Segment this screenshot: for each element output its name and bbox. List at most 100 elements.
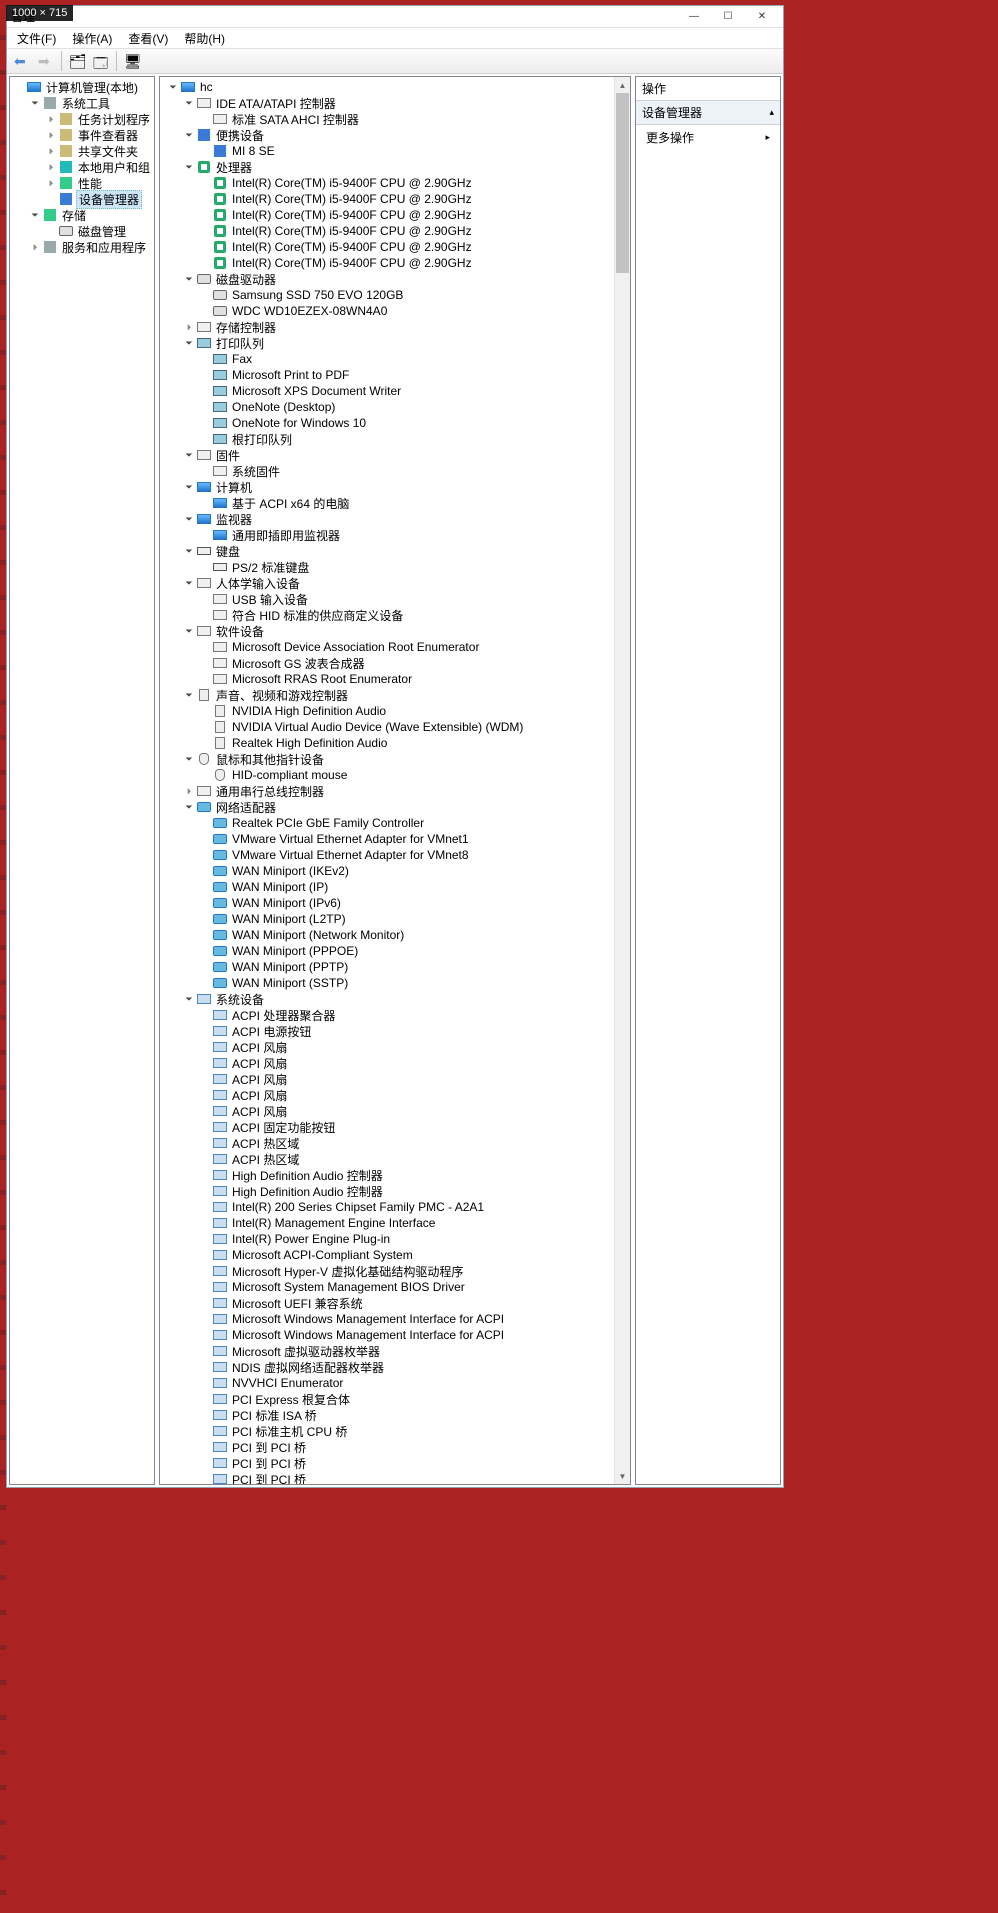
tree-item[interactable]: 系统工具 [12,95,152,111]
tree-item[interactable]: 系统固件 [162,463,612,479]
title-bar[interactable]: 管理 — ☐ ✕ [7,6,783,28]
tree-item[interactable]: 打印队列 [162,335,612,351]
close-button[interactable]: ✕ [745,7,779,27]
tree-item[interactable]: ACPI 风扇 [162,1087,612,1103]
tree-item[interactable]: Intel(R) Core(TM) i5-9400F CPU @ 2.90GHz [162,191,612,207]
tree-item[interactable]: 本地用户和组 [12,159,152,175]
tree-item[interactable]: ACPI 风扇 [162,1055,612,1071]
expand-toggle[interactable] [182,512,196,526]
tree-item[interactable]: NVIDIA High Definition Audio [162,703,612,719]
tree-item[interactable]: 便携设备 [162,127,612,143]
tree-item[interactable]: 根打印队列 [162,431,612,447]
tree-item[interactable]: WAN Miniport (IP) [162,879,612,895]
scroll-thumb[interactable] [616,93,629,273]
tree-item[interactable]: PCI 标准主机 CPU 桥 [162,1423,612,1439]
tree-item[interactable]: Intel(R) Core(TM) i5-9400F CPU @ 2.90GHz [162,207,612,223]
tree-item[interactable]: ACPI 热区域 [162,1135,612,1151]
scroll-up-button[interactable]: ▲ [615,77,630,93]
tree-item[interactable]: Intel(R) Power Engine Plug-in [162,1231,612,1247]
tree-item[interactable]: NDIS 虚拟网络适配器枚举器 [162,1359,612,1375]
tree-item[interactable]: Fax [162,351,612,367]
back-button[interactable]: ⬅ [11,50,33,72]
tree-item[interactable]: WAN Miniport (SSTP) [162,975,612,991]
tree-item[interactable]: 事件查看器 [12,127,152,143]
expand-toggle[interactable] [182,128,196,142]
tree-item[interactable]: 计算机 [162,479,612,495]
tree-item[interactable]: 任务计划程序 [12,111,152,127]
expand-toggle[interactable] [44,144,58,158]
collapse-icon[interactable]: ▴ [769,107,774,118]
tree-item[interactable]: 标准 SATA AHCI 控制器 [162,111,612,127]
tree-item[interactable]: ACPI 风扇 [162,1071,612,1087]
tree-item[interactable]: PCI 到 PCI 桥 [162,1455,612,1471]
tree-item[interactable]: Microsoft System Management BIOS Driver [162,1279,612,1295]
expand-toggle[interactable] [182,688,196,702]
tree-item[interactable]: 声音、视频和游戏控制器 [162,687,612,703]
tree-item[interactable]: PS/2 标准键盘 [162,559,612,575]
tree-item[interactable]: 通用串行总线控制器 [162,783,612,799]
expand-toggle[interactable] [182,96,196,110]
tree-item[interactable]: Intel(R) Core(TM) i5-9400F CPU @ 2.90GHz [162,223,612,239]
tree-item[interactable]: MI 8 SE [162,143,612,159]
tree-item[interactable]: WAN Miniport (Network Monitor) [162,927,612,943]
tree-item[interactable]: ACPI 固定功能按钮 [162,1119,612,1135]
device-tree[interactable]: hcIDE ATA/ATAPI 控制器标准 SATA AHCI 控制器便携设备M… [160,77,630,1485]
tree-item[interactable]: USB 输入设备 [162,591,612,607]
expand-toggle[interactable] [28,240,42,254]
tree-item[interactable]: Intel(R) 200 Series Chipset Family PMC -… [162,1199,612,1215]
more-actions-item[interactable]: 更多操作 ▸ [636,125,780,150]
menu-view[interactable]: 查看(V) [122,28,174,49]
expand-toggle[interactable] [182,336,196,350]
expand-toggle[interactable] [182,544,196,558]
tree-item[interactable]: 处理器 [162,159,612,175]
tree-item[interactable]: High Definition Audio 控制器 [162,1167,612,1183]
expand-toggle[interactable] [182,800,196,814]
tree-item[interactable]: WAN Miniport (IKEv2) [162,863,612,879]
tree-item[interactable]: 软件设备 [162,623,612,639]
tree-item[interactable]: OneNote for Windows 10 [162,415,612,431]
help-button[interactable]: 🖥 [121,50,143,72]
tree-item[interactable]: Microsoft UEFI 兼容系统 [162,1295,612,1311]
tree-item[interactable]: 共享文件夹 [12,143,152,159]
tree-item[interactable]: 人体学输入设备 [162,575,612,591]
forward-button[interactable]: ➡ [35,50,57,72]
tree-item[interactable]: 磁盘驱动器 [162,271,612,287]
show-hide-tree-button[interactable]: 🗂 [66,50,88,72]
tree-item[interactable]: ACPI 电源按钮 [162,1023,612,1039]
tree-item[interactable]: WAN Miniport (PPPOE) [162,943,612,959]
tree-item[interactable]: 基于 ACPI x64 的电脑 [162,495,612,511]
expand-toggle[interactable] [182,576,196,590]
menu-action[interactable]: 操作(A) [66,28,118,49]
tree-item[interactable]: Intel(R) Management Engine Interface [162,1215,612,1231]
expand-toggle[interactable] [28,208,42,222]
expand-toggle[interactable] [166,80,180,94]
tree-item[interactable]: 计算机管理(本地) [12,79,152,95]
tree-item[interactable]: Microsoft Windows Management Interface f… [162,1311,612,1327]
tree-item[interactable]: hc [162,79,612,95]
left-tree[interactable]: 计算机管理(本地)系统工具任务计划程序事件查看器共享文件夹本地用户和组性能设备管… [10,77,154,257]
expand-toggle[interactable] [182,272,196,286]
vertical-scrollbar[interactable]: ▲ ▼ [614,77,630,1484]
tree-item[interactable]: Microsoft 虚拟驱动器枚举器 [162,1343,612,1359]
tree-item[interactable]: 服务和应用程序 [12,239,152,255]
maximize-button[interactable]: ☐ [711,7,745,27]
tree-item[interactable]: OneNote (Desktop) [162,399,612,415]
tree-item[interactable]: Microsoft Hyper-V 虚拟化基础结构驱动程序 [162,1263,612,1279]
tree-item[interactable]: Intel(R) Core(TM) i5-9400F CPU @ 2.90GHz [162,239,612,255]
tree-item[interactable]: Realtek High Definition Audio [162,735,612,751]
expand-toggle[interactable] [182,992,196,1006]
tree-item[interactable]: 系统设备 [162,991,612,1007]
expand-toggle[interactable] [44,176,58,190]
tree-item[interactable]: 网络适配器 [162,799,612,815]
tree-item[interactable]: ACPI 处理器聚合器 [162,1007,612,1023]
tree-item[interactable]: WDC WD10EZEX-08WN4A0 [162,303,612,319]
expand-toggle[interactable] [44,112,58,126]
tree-item[interactable]: Intel(R) Core(TM) i5-9400F CPU @ 2.90GHz [162,175,612,191]
expand-toggle[interactable] [182,160,196,174]
tree-item[interactable]: ACPI 热区域 [162,1151,612,1167]
tree-item[interactable]: 存储 [12,207,152,223]
expand-toggle[interactable] [182,320,196,334]
tree-item[interactable]: NVVHCI Enumerator [162,1375,612,1391]
tree-item[interactable]: WAN Miniport (L2TP) [162,911,612,927]
tree-item[interactable]: ACPI 风扇 [162,1039,612,1055]
